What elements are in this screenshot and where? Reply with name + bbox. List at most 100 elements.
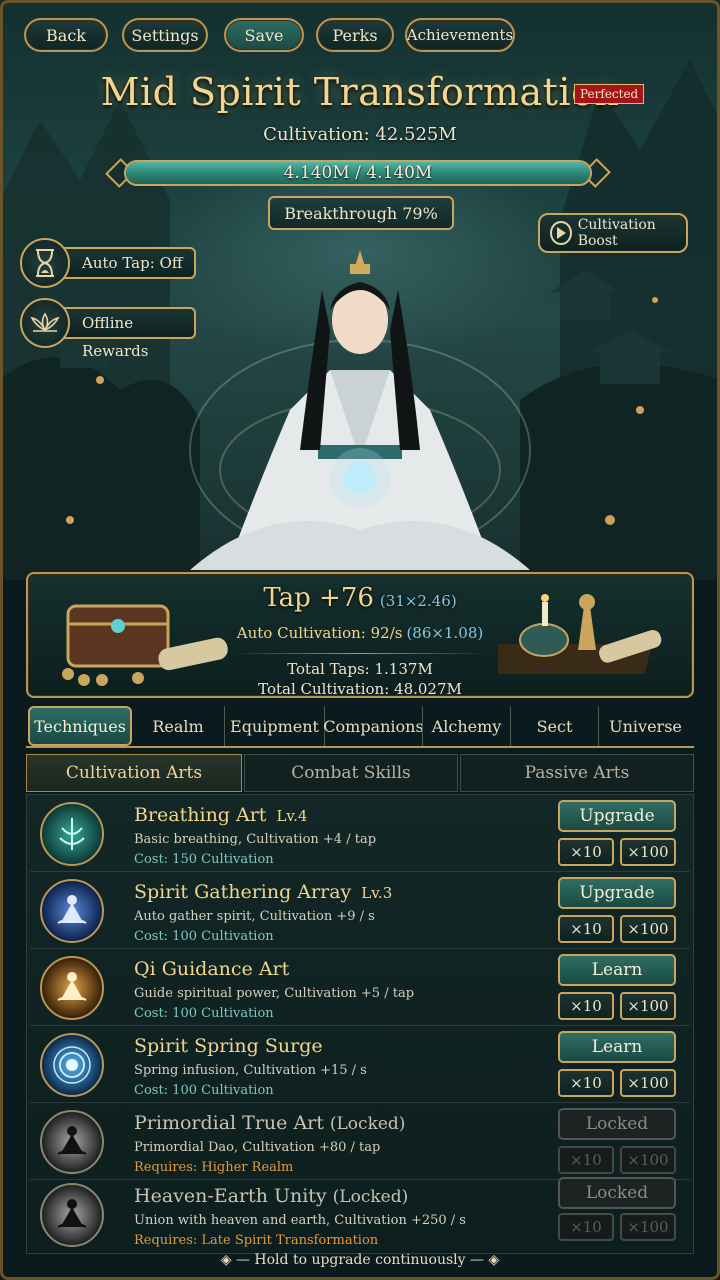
technique-name-text: Breathing Art — [134, 804, 267, 826]
hint-ornament-left-icon: ◈ — — [220, 1252, 250, 1268]
subtab-combat-skills[interactable]: Combat Skills — [244, 754, 458, 792]
game-screen: { "nav": {"back":"Back","settings":"Sett… — [0, 0, 720, 1280]
technique-name: Qi Guidance Art — [134, 958, 299, 980]
x10-button[interactable]: ×10 — [558, 1069, 614, 1097]
technique-name-text: Heaven-Earth Unity — [134, 1185, 327, 1207]
technique-cost: Cost: 100 Cultivation — [134, 1006, 274, 1021]
perks-button[interactable]: Perks — [316, 18, 394, 52]
x10-button: ×10 — [558, 1213, 614, 1241]
tab-techniques[interactable]: Techniques — [28, 706, 132, 746]
cultivator-figure[interactable] — [150, 230, 570, 580]
auto-cultivation: Auto Cultivation: 92/s (86×1.08) — [200, 624, 520, 642]
cultivation-total: Cultivation: 42.525M — [263, 124, 457, 145]
technique-row-spirit-gathering-array: Spirit Gathering Array Lv.3 Auto gather s… — [30, 873, 690, 949]
play-icon — [550, 221, 572, 245]
hold-hint-text: Hold to upgrade continuously — [254, 1252, 466, 1268]
x100-button[interactable]: ×100 — [620, 838, 676, 866]
total-taps: Total Taps: 1.137M — [287, 660, 433, 678]
upgrade-button[interactable]: Upgrade — [558, 800, 676, 832]
x100-button: ×100 — [620, 1213, 676, 1241]
technique-desc: Guide spiritual power, Cultivation +5 / … — [134, 986, 415, 1001]
technique-desc: Union with heaven and earth, Cultivation… — [134, 1213, 466, 1228]
realm-title-text: Mid Spirit Transformation — [100, 70, 620, 114]
progress-text: 4.140M / 4.140M — [283, 163, 433, 183]
tab-equipment[interactable]: Equipment — [224, 706, 324, 746]
locked-button: Locked — [558, 1177, 676, 1209]
breathing-art-icon — [40, 802, 104, 866]
tab-realm[interactable]: Realm — [132, 706, 224, 746]
lotus-icon — [20, 298, 70, 348]
tab-universe[interactable]: Universe — [598, 706, 692, 746]
technique-level: (Locked) — [332, 1187, 409, 1207]
learn-button[interactable]: Learn — [558, 1031, 676, 1063]
x100-button: ×100 — [620, 1146, 676, 1174]
technique-row-primordial-true-art: Primordial True Art (Locked) Primordial D… — [30, 1104, 690, 1180]
technique-requirement: Requires: Late Spirit Transformation — [134, 1233, 379, 1248]
x10-button[interactable]: ×10 — [558, 915, 614, 943]
alchemy-altar-icon — [498, 594, 662, 674]
main-tabs: Techniques Realm Equipment Companions Al… — [26, 704, 694, 748]
technique-cost: Cost: 100 Cultivation — [134, 1083, 274, 1098]
x10-button[interactable]: ×10 — [558, 992, 614, 1020]
technique-name: Spirit Gathering Array Lv.3 — [134, 881, 392, 903]
upgrade-button[interactable]: Upgrade — [558, 877, 676, 909]
offline-rewards-button[interactable]: Offline Rewards — [20, 298, 196, 360]
top-nav: Back Settings Save Perks Achievements — [0, 18, 720, 54]
x10-button[interactable]: ×10 — [558, 838, 614, 866]
subtab-cultivation-arts[interactable]: Cultivation Arts — [26, 754, 242, 792]
technique-requirement: Requires: Higher Realm — [134, 1160, 294, 1175]
settings-button[interactable]: Settings — [122, 18, 208, 52]
technique-name-text: Spirit Spring Surge — [134, 1035, 323, 1057]
technique-name: Breathing Art Lv.4 — [134, 804, 307, 826]
technique-desc: Primordial Dao, Cultivation +80 / tap — [134, 1140, 381, 1155]
total-cultivation: Total Cultivation: 48.027M — [258, 680, 462, 698]
tab-companions[interactable]: Companions — [323, 706, 424, 746]
technique-desc: Basic breathing, Cultivation +4 / tap — [134, 832, 377, 847]
technique-name-text: Primordial True Art — [134, 1112, 324, 1134]
auto-tap-button[interactable]: Auto Tap: Off — [20, 238, 196, 288]
auto-tap-label: Auto Tap: Off — [52, 247, 196, 279]
tab-alchemy[interactable]: Alchemy — [422, 706, 510, 746]
cultivation-boost-button[interactable]: Cultivation Boost — [538, 213, 688, 253]
auto-cultivation-value: Auto Cultivation: 92/s — [236, 624, 403, 642]
tap-amount: Tap +76 — [263, 583, 374, 613]
learn-button[interactable]: Learn — [558, 954, 676, 986]
back-button[interactable]: Back — [24, 18, 108, 52]
technique-row-heaven-earth-unity: Heaven-Earth Unity (Locked) Union with he… — [30, 1177, 690, 1253]
locked-meditation-icon — [40, 1110, 104, 1174]
breakthrough-button[interactable]: Breakthrough 79% — [268, 196, 454, 230]
technique-cost: Cost: 150 Cultivation — [134, 852, 274, 867]
technique-desc: Auto gather spirit, Cultivation +9 / s — [134, 909, 375, 924]
technique-level: Lv.3 — [361, 884, 393, 902]
technique-name: Primordial True Art (Locked) — [134, 1112, 405, 1134]
meditation-icon — [40, 879, 104, 943]
hold-hint: ◈ — Hold to upgrade continuously — ◈ — [0, 1252, 720, 1268]
save-button[interactable]: Save — [224, 18, 304, 52]
technique-row-spirit-spring-surge: Spirit Spring Surge Spring infusion, Cul… — [30, 1027, 690, 1103]
boost-label: Cultivation Boost — [577, 217, 656, 249]
technique-level: (Locked) — [329, 1114, 406, 1134]
technique-name: Spirit Spring Surge — [134, 1035, 333, 1057]
subtab-passive-arts[interactable]: Passive Arts — [460, 754, 694, 792]
tap-value: Tap +76 (31×2.46) — [230, 583, 490, 613]
technique-name: Heaven-Earth Unity (Locked) — [134, 1185, 408, 1207]
technique-cost: Cost: 100 Cultivation — [134, 929, 274, 944]
hourglass-icon — [20, 238, 70, 288]
tap-formula: (31×2.46) — [379, 592, 457, 610]
perfected-badge: Perfected — [574, 84, 645, 104]
x100-button[interactable]: ×100 — [620, 915, 676, 943]
technique-name-text: Qi Guidance Art — [134, 958, 290, 980]
tab-sect[interactable]: Sect — [510, 706, 598, 746]
stats-divider — [232, 653, 488, 654]
x100-button[interactable]: ×100 — [620, 992, 676, 1020]
hint-ornament-right-icon: — ◈ — [470, 1252, 500, 1268]
locked-meditation-icon — [40, 1183, 104, 1247]
technique-desc: Spring infusion, Cultivation +15 / s — [134, 1063, 367, 1078]
meditation-icon — [40, 956, 104, 1020]
spirit-vortex-icon — [40, 1033, 104, 1097]
x100-button[interactable]: ×100 — [620, 1069, 676, 1097]
x10-button: ×10 — [558, 1146, 614, 1174]
locked-button: Locked — [558, 1108, 676, 1140]
achievements-button[interactable]: Achievements — [405, 18, 515, 52]
technique-level: Lv.4 — [276, 807, 308, 825]
